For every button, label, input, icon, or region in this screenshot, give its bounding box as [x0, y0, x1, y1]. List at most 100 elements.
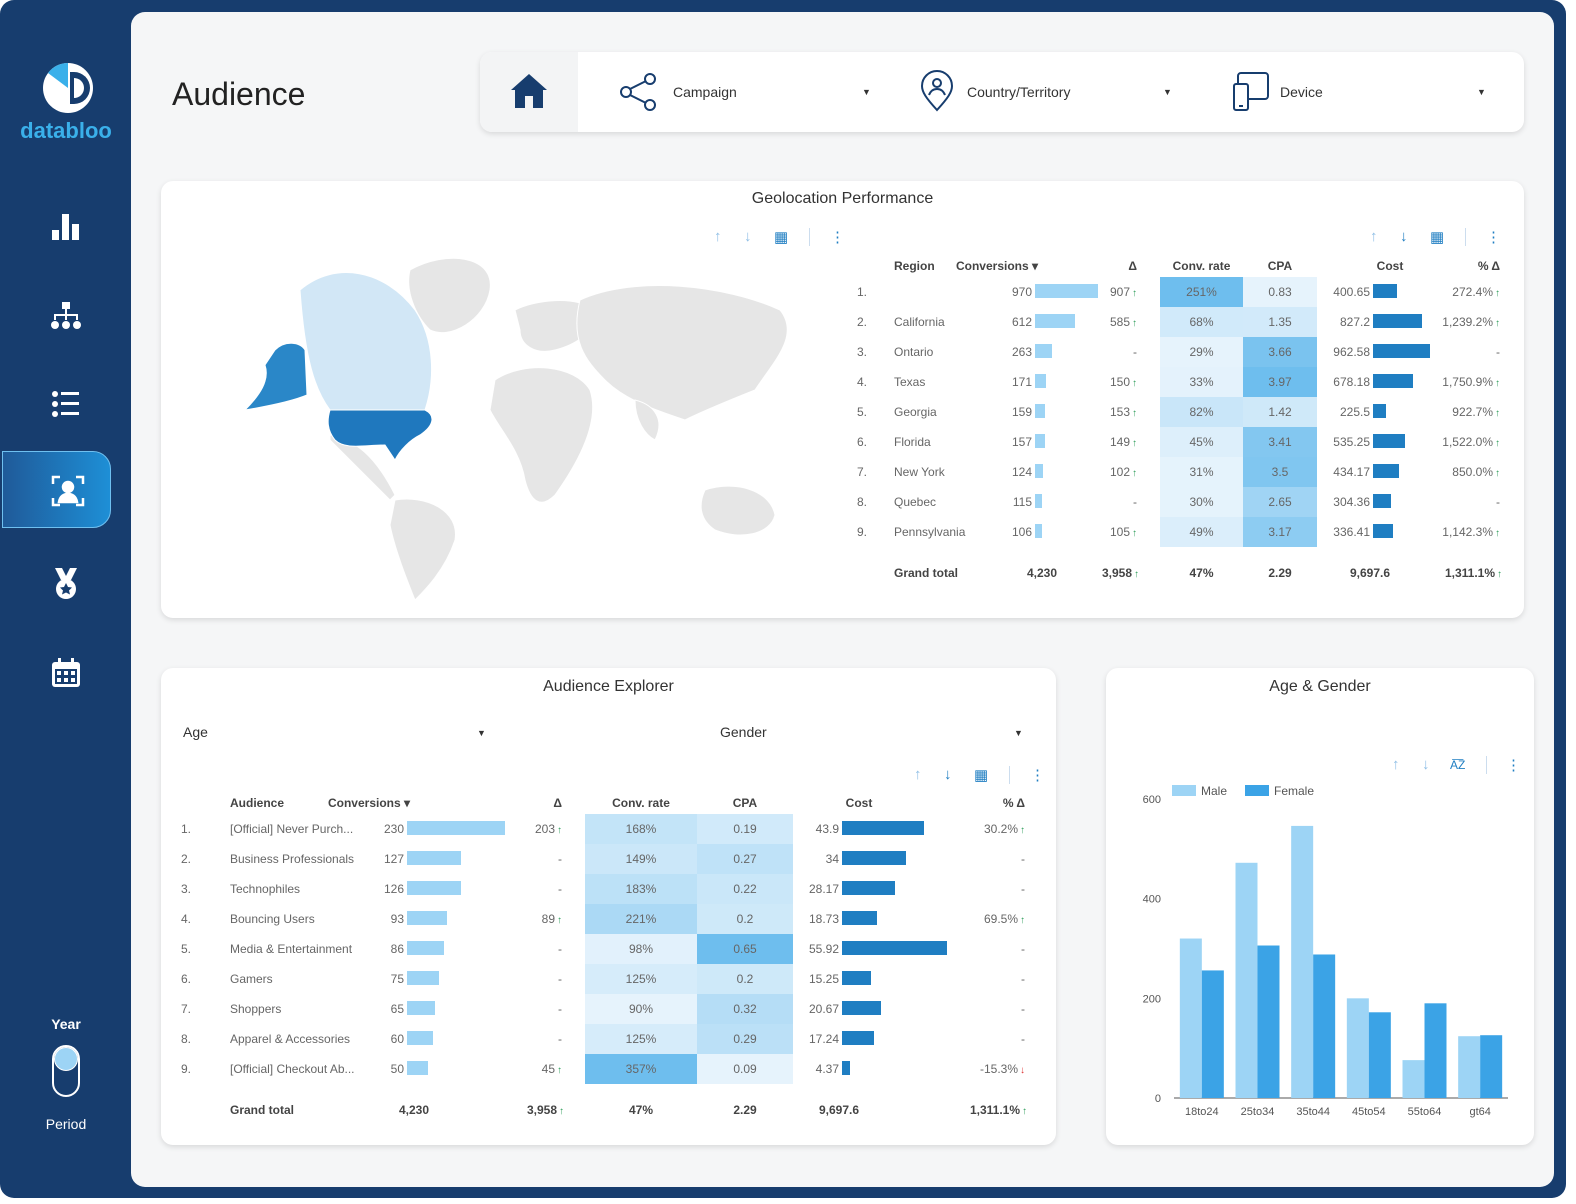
row-rank: 2.	[181, 852, 201, 866]
more-options-icon[interactable]: ⋮	[1030, 766, 1045, 784]
arrow-up-icon: ↑	[1132, 408, 1137, 419]
bar-female-gt64[interactable]	[1480, 1035, 1503, 1098]
chart-settings-icon[interactable]: ▦	[1430, 228, 1444, 246]
row-cost: 4.37	[779, 1062, 839, 1076]
sidebar-item-structure[interactable]	[44, 297, 88, 333]
row-rank: 4.	[181, 912, 201, 926]
column-header: CPA	[1243, 259, 1317, 273]
sidebar-item-calendar[interactable]	[44, 655, 88, 691]
row-conversions: 127	[364, 852, 404, 866]
row-rank: 3.	[857, 345, 877, 359]
arrow-up-icon: ↑	[1132, 378, 1137, 389]
more-options-icon[interactable]: ⋮	[1506, 756, 1521, 774]
more-options-icon[interactable]: ⋮	[1486, 228, 1501, 246]
sidebar-item-list[interactable]	[44, 386, 88, 422]
row-delta-text: 45	[541, 1062, 555, 1076]
row-conv-rate: 357%	[585, 1054, 697, 1084]
divider	[809, 228, 810, 246]
row-cpa: 2.65	[1243, 487, 1317, 517]
row-delta-text: -	[558, 972, 562, 986]
column-header: Conversions ▾	[314, 796, 424, 810]
bar-male-35to44[interactable]	[1291, 825, 1314, 1098]
conversions-bar	[407, 851, 462, 865]
bar-male-25to34[interactable]	[1235, 862, 1258, 1098]
row-cpa: 1.35	[1243, 307, 1317, 337]
arrow-down-icon: ↓	[1020, 1065, 1025, 1076]
sort-down-icon[interactable]: ↓	[944, 766, 952, 783]
bar-female-25to34[interactable]	[1257, 945, 1280, 1098]
toggle-knob[interactable]	[54, 1047, 78, 1071]
bar-female-35to44[interactable]	[1313, 954, 1336, 1098]
row-cpa-text: 0.83	[1268, 285, 1292, 299]
year-period-toggle[interactable]	[52, 1045, 80, 1097]
row-conv-rate: 149%	[585, 844, 697, 874]
sort-down-icon[interactable]: ↓	[1400, 228, 1408, 245]
device-filter-label: Device	[1280, 84, 1323, 100]
total-cpa: 2.29	[697, 1103, 793, 1117]
gender-dropdown[interactable]: Gender ▼	[720, 724, 1025, 744]
row-cpa-text: 2.65	[1268, 495, 1292, 509]
chart-settings-icon[interactable]: ▦	[774, 228, 788, 246]
sidebar-item-audience[interactable]	[2, 451, 111, 528]
bar-male-45to54[interactable]	[1346, 998, 1369, 1098]
arrow-up-icon: ↑	[1497, 569, 1502, 580]
cost-bar	[842, 911, 878, 925]
arrow-up-icon: ↑	[1495, 528, 1500, 539]
row-rank-text: 9.	[181, 1062, 192, 1076]
chart-settings-icon[interactable]: ▦	[974, 766, 988, 784]
sort-alpha-icon[interactable]: A͞Z	[1450, 758, 1465, 772]
brand-logo[interactable]	[40, 60, 96, 116]
y-tick-label: 400	[1143, 894, 1161, 906]
bar-female-55to64[interactable]	[1424, 1003, 1447, 1098]
bar-female-18to24[interactable]	[1201, 970, 1224, 1098]
x-tick-label: 55to64	[1408, 1106, 1442, 1118]
sort-up-icon[interactable]: ↑	[1370, 228, 1378, 245]
more-options-icon[interactable]: ⋮	[830, 228, 845, 246]
sort-up-icon[interactable]: ↑	[1392, 756, 1400, 773]
sort-up-icon[interactable]: ↑	[914, 766, 922, 783]
bar-male-18to24[interactable]	[1179, 938, 1202, 1098]
sort-up-icon[interactable]: ↑	[714, 228, 722, 245]
row-delta-text: -	[558, 1032, 562, 1046]
row-conversions: 171	[992, 375, 1032, 389]
home-button[interactable]	[480, 52, 578, 132]
bar-female-45to54[interactable]	[1368, 1012, 1391, 1098]
device-filter[interactable]: Device ▼	[1232, 70, 1492, 114]
row-conversions: 60	[364, 1032, 404, 1046]
row-conversions-text: 157	[1011, 435, 1032, 449]
age-dropdown[interactable]: Age ▼	[183, 724, 488, 744]
sort-down-icon[interactable]: ↓	[744, 228, 752, 245]
row-rank: 8.	[181, 1032, 201, 1046]
conversions-bar	[407, 1061, 429, 1075]
cost-bar	[1373, 314, 1422, 328]
row-conversions: 230	[364, 822, 404, 836]
row-cost-text: 962.58	[1333, 345, 1370, 359]
arrow-up-icon: ↑	[557, 825, 562, 836]
row-delta-text: -	[1133, 345, 1137, 359]
row-pct-delta-text: 30.2%	[983, 822, 1018, 836]
row-cpa-text: 3.66	[1268, 345, 1292, 359]
conversions-bar	[1035, 374, 1047, 388]
conversions-bar	[1035, 404, 1046, 418]
sidebar-item-overview[interactable]	[44, 208, 88, 244]
sort-down-icon[interactable]: ↓	[1422, 756, 1430, 773]
row-cost-text: 678.18	[1333, 375, 1370, 389]
country-filter[interactable]: Country/Territory ▼	[920, 70, 1180, 114]
world-map[interactable]	[235, 250, 805, 600]
row-cpa-text: 3.41	[1268, 435, 1292, 449]
bar-male-55to64[interactable]	[1402, 1060, 1425, 1098]
row-pct-delta-text: -	[1496, 495, 1500, 509]
total-conversions-text: 4,230	[1026, 566, 1058, 580]
row-cost: 336.41	[1310, 525, 1370, 539]
cost-bar	[1373, 284, 1397, 298]
column-header: % Δ	[1460, 259, 1500, 273]
row-delta: -	[512, 852, 562, 866]
sidebar-item-awards[interactable]	[44, 565, 88, 601]
campaign-filter[interactable]: Campaign ▼	[618, 72, 878, 112]
bar-male-gt64[interactable]	[1458, 1036, 1481, 1098]
column-header-text: CPA	[732, 796, 758, 810]
row-conv-rate: 251%	[1160, 277, 1243, 307]
row-name: Gamers	[230, 972, 380, 986]
row-pct-delta-text: 850.0%	[1452, 465, 1493, 479]
conversions-bar	[407, 941, 444, 955]
